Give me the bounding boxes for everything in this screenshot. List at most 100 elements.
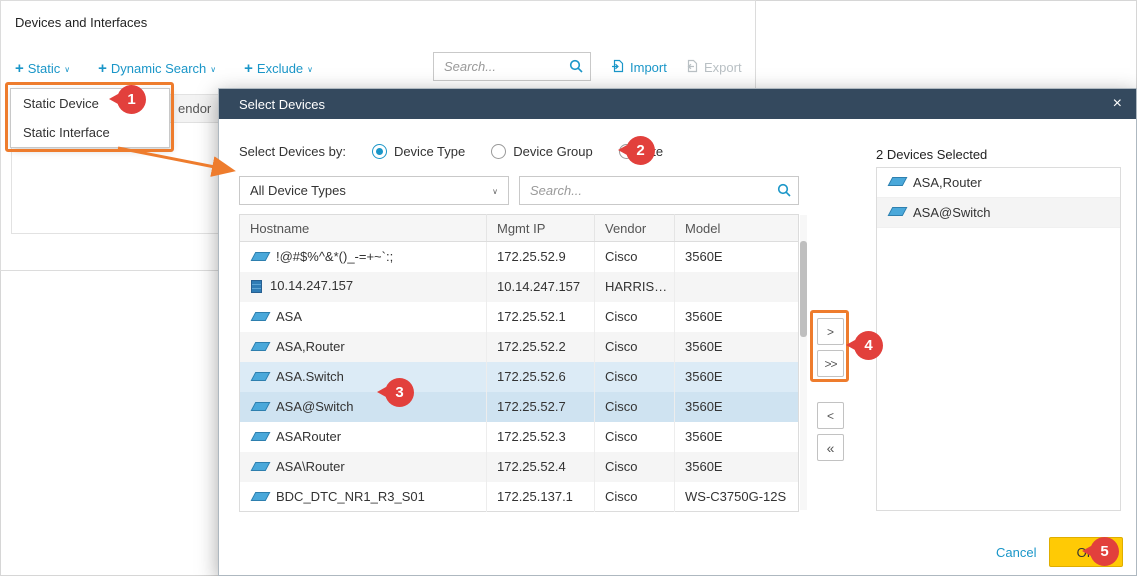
selected-device-item[interactable]: ASA,Router [877, 168, 1120, 198]
hostname-cell: ASA@Switch [240, 392, 487, 422]
hostname-cell: ASA,Router [240, 332, 487, 362]
select-by-row: Select Devices by: Device Type Device Gr… [239, 136, 663, 166]
screen: Devices and Interfaces + Static ∨ + Dyna… [0, 0, 1137, 576]
device-row[interactable]: ASARouter 172.25.52.3 Cisco 3560E [240, 422, 799, 452]
device-icon [251, 402, 271, 411]
mgmt-ip-cell: 172.25.52.4 [487, 452, 595, 482]
vendor-cell: Cisco [595, 392, 675, 422]
device-row[interactable]: !@#$%^&*()_-=+~`:; 172.25.52.9 Cisco 356… [240, 242, 799, 272]
move-left-button[interactable]: < [817, 402, 844, 429]
dialog-search-input[interactable] [519, 176, 799, 205]
add-dynamic-search-button[interactable]: + Dynamic Search ∨ [98, 61, 216, 76]
device-row[interactable]: ASA.Switch 172.25.52.6 Cisco 3560E [240, 362, 799, 392]
vendor-cell: Cisco [595, 302, 675, 332]
add-dynamic-search-label: Dynamic Search [111, 61, 206, 76]
toolbar: + Static ∨ + Dynamic Search ∨ + Exclude … [15, 57, 313, 79]
cancel-button[interactable]: Cancel [996, 545, 1036, 560]
radio-icon [491, 144, 506, 159]
panel-search-input[interactable] [433, 52, 591, 81]
device-table-body: !@#$%^&*()_-=+~`:; 172.25.52.9 Cisco 356… [240, 242, 799, 512]
column-header-hostname: Hostname [240, 215, 487, 242]
import-label: Import [630, 60, 667, 75]
chevron-down-icon: ∨ [210, 65, 216, 74]
selected-device-item[interactable]: ASA@Switch [877, 198, 1120, 228]
vendor-column-header-partial: endor [178, 101, 211, 116]
dialog-titlebar: Select Devices × [219, 89, 1136, 119]
hostname-cell: !@#$%^&*()_-=+~`:; [240, 242, 487, 272]
device-table: Hostname Mgmt IP Vendor Model !@#$%^&*()… [239, 214, 799, 512]
annotation-badge-1: 1 [117, 85, 146, 114]
move-all-left-button[interactable]: « [817, 434, 844, 461]
model-cell: 3560E [675, 452, 799, 482]
device-table-header: Hostname Mgmt IP Vendor Model [240, 215, 799, 242]
device-icon [251, 312, 271, 321]
export-button[interactable]: Export [685, 59, 742, 76]
page-title: Devices and Interfaces [15, 15, 147, 30]
mgmt-ip-cell: 172.25.52.9 [487, 242, 595, 272]
device-icon [251, 372, 271, 381]
chevron-down-icon: ∨ [492, 187, 498, 196]
model-cell: 3560E [675, 332, 799, 362]
device-icon [888, 177, 908, 186]
add-static-label: Static [28, 61, 61, 76]
add-static-button[interactable]: + Static ∨ [15, 61, 70, 76]
vendor-cell: Cisco [595, 482, 675, 512]
mgmt-ip-cell: 172.25.52.7 [487, 392, 595, 422]
mgmt-ip-cell: 172.25.137.1 [487, 482, 595, 512]
add-exclude-button[interactable]: + Exclude ∨ [244, 61, 313, 76]
radio-label: Device Type [394, 144, 465, 159]
device-row[interactable]: ASA\Router 172.25.52.4 Cisco 3560E [240, 452, 799, 482]
hostname-cell: ASA.Switch [240, 362, 487, 392]
model-cell: 3560E [675, 302, 799, 332]
dialog-search [519, 176, 799, 205]
vendor-cell: Cisco [595, 242, 675, 272]
annotation-badge-3: 3 [385, 378, 414, 407]
chevron-down-icon: ∨ [307, 65, 313, 74]
model-cell: 3560E [675, 242, 799, 272]
device-type-select[interactable]: All Device Types ∨ [239, 176, 509, 205]
device-icon [251, 280, 262, 293]
device-row[interactable]: 10.14.247.157 10.14.247.157 HARRIS AD... [240, 272, 799, 302]
device-icon [251, 462, 271, 471]
column-header-mgmt-ip: Mgmt IP [487, 215, 595, 242]
panel-search [433, 52, 591, 81]
import-icon [611, 59, 625, 76]
plus-icon: + [98, 61, 107, 76]
static-menu-item[interactable]: Static Interface [11, 118, 169, 147]
select-by-label: Select Devices by: [239, 144, 346, 159]
radio-option[interactable]: Device Type [372, 144, 465, 159]
hostname-cell: ASA [240, 302, 487, 332]
vendor-cell: Cisco [595, 422, 675, 452]
hostname-cell: 10.14.247.157 [240, 272, 487, 302]
device-icon [251, 252, 271, 261]
import-button[interactable]: Import [611, 59, 667, 76]
mgmt-ip-cell: 172.25.52.6 [487, 362, 595, 392]
model-cell: WS-C3750G-12S [675, 482, 799, 512]
selected-devices-count: 2 Devices Selected [876, 147, 987, 162]
plus-icon: + [15, 61, 24, 76]
device-row[interactable]: ASA,Router 172.25.52.2 Cisco 3560E [240, 332, 799, 362]
mgmt-ip-cell: 172.25.52.3 [487, 422, 595, 452]
hostname-cell: BDC_DTC_NR1_R3_S01 [240, 482, 487, 512]
device-row[interactable]: ASA 172.25.52.1 Cisco 3560E [240, 302, 799, 332]
device-row[interactable]: ASA@Switch 172.25.52.7 Cisco 3560E [240, 392, 799, 422]
add-exclude-label: Exclude [257, 61, 303, 76]
vendor-cell: HARRIS AD... [595, 272, 675, 302]
mgmt-ip-cell: 172.25.52.2 [487, 332, 595, 362]
model-cell: 3560E [675, 392, 799, 422]
column-header-model: Model [675, 215, 799, 242]
radio-label: Device Group [513, 144, 592, 159]
dialog-title: Select Devices [239, 97, 325, 112]
move-all-right-button[interactable]: >> [817, 350, 844, 377]
close-icon[interactable]: × [1113, 96, 1122, 112]
table-scrollbar-thumb[interactable] [800, 241, 807, 337]
annotation-badge-5: 5 [1090, 537, 1119, 566]
device-icon [251, 342, 271, 351]
table-scrollbar[interactable] [800, 215, 807, 510]
model-cell: 3560E [675, 362, 799, 392]
radio-option[interactable]: Device Group [491, 144, 592, 159]
mgmt-ip-cell: 10.14.247.157 [487, 272, 595, 302]
device-row[interactable]: BDC_DTC_NR1_R3_S01 172.25.137.1 Cisco WS… [240, 482, 799, 512]
model-cell: 3560E [675, 422, 799, 452]
move-right-button[interactable]: > [817, 318, 844, 345]
